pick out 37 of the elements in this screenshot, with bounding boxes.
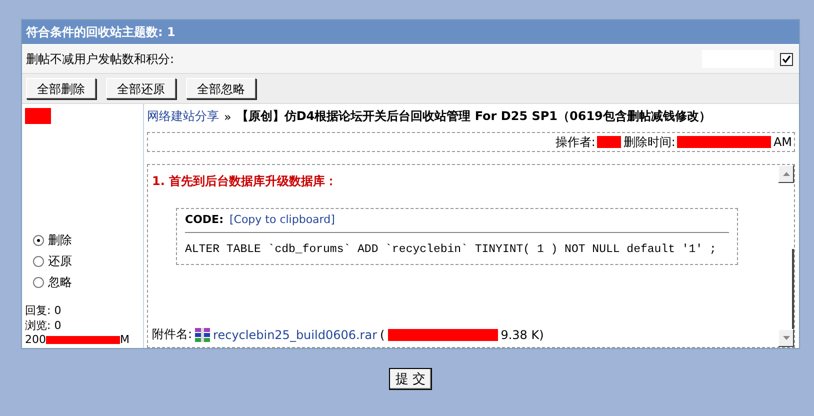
scroll-up-icon[interactable] <box>782 172 790 176</box>
archive-icon <box>195 328 210 342</box>
submit-button[interactable]: 提 交 <box>389 368 432 390</box>
post-heading: 1. 首先到后台数据库升级数据库： <box>152 173 338 190</box>
radio-dot[interactable] <box>33 277 44 288</box>
scrollbar[interactable] <box>778 165 794 347</box>
panel-header: 符合条件的回收站主题数: 1 <box>22 20 799 45</box>
redaction-mark <box>597 136 622 148</box>
operator-label: 操作者: <box>555 134 596 150</box>
bulk-action-button[interactable]: 全部还原 <box>106 78 176 99</box>
code-text: ALTER TABLE `cdb_forums` ADD `recyclebin` TINYINT( 1 ) NOT NULL default '1' ; <box>185 243 718 256</box>
delete-time-label: 删除时间: <box>623 134 676 150</box>
date-text: 200 <box>25 333 46 346</box>
radio-dot[interactable] <box>33 256 44 267</box>
bulk-action-button[interactable]: 全部忽略 <box>186 78 256 99</box>
action-radio[interactable]: 删除 <box>33 232 143 249</box>
attachment-label: 附件名: <box>152 326 192 343</box>
attachment-link[interactable]: recyclebin25_build0606.rar <box>213 328 378 342</box>
radio-dot[interactable] <box>33 235 44 246</box>
attachment-size: 9.38 K) <box>500 328 544 342</box>
action-radio[interactable]: 忽略 <box>33 274 143 291</box>
option-label: 删帖不减用户发帖数和积分: <box>26 50 174 68</box>
action-radio[interactable]: 还原 <box>33 253 143 270</box>
thread-title: 【原创】仿D4根据论坛开关后台回收站管理 For D25 SP1（0619包含删帖减钱修改） <box>236 108 711 125</box>
time-text: AM <box>773 135 792 149</box>
stat-text: 回复: 0 <box>25 303 62 318</box>
forum-link[interactable]: 网络建站分享 <box>147 108 219 125</box>
code-label: CODE: <box>185 213 224 226</box>
scroll-down-icon[interactable] <box>782 336 790 340</box>
stat-text: 浏览: 0 <box>25 318 62 333</box>
attachment-text: ( <box>380 328 385 342</box>
separator-text: » <box>224 110 232 124</box>
date-text: M <box>120 333 130 346</box>
checkbox[interactable] <box>780 52 793 66</box>
copy-link[interactable]: [Copy to clipboard] <box>229 213 335 226</box>
redaction-mark <box>25 108 51 124</box>
bulk-action-button[interactable]: 全部删除 <box>26 78 96 99</box>
